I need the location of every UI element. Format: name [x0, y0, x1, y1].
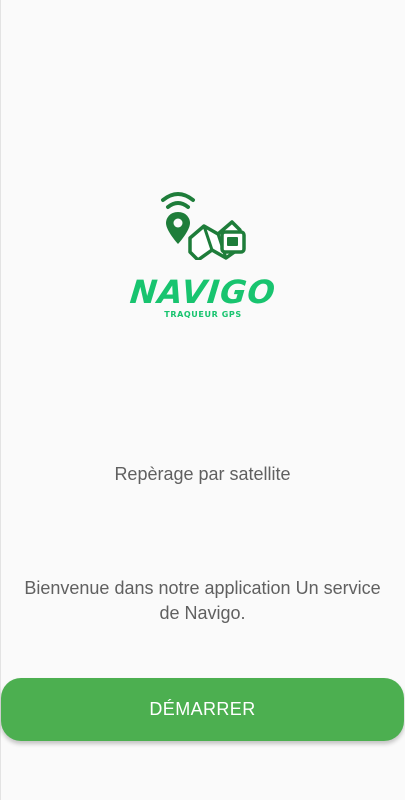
logo-wordmark: NAVIGO	[128, 273, 278, 311]
navigo-logo: NAVIGO TRAQUEUR GPS	[118, 190, 288, 325]
screen-edge-divider	[0, 0, 1, 800]
start-button[interactable]: DÉMARRER	[1, 678, 404, 741]
app-subtitle: Repèrage par satellite	[114, 464, 291, 484]
splash-screen: NAVIGO TRAQUEUR GPS Repèrage par satelli…	[0, 0, 405, 800]
gps-map-logo-icon	[161, 192, 246, 260]
welcome-message: Bienvenue dans notre application Un serv…	[24, 578, 381, 623]
logo-tagline: TRAQUEUR GPS	[164, 310, 242, 319]
